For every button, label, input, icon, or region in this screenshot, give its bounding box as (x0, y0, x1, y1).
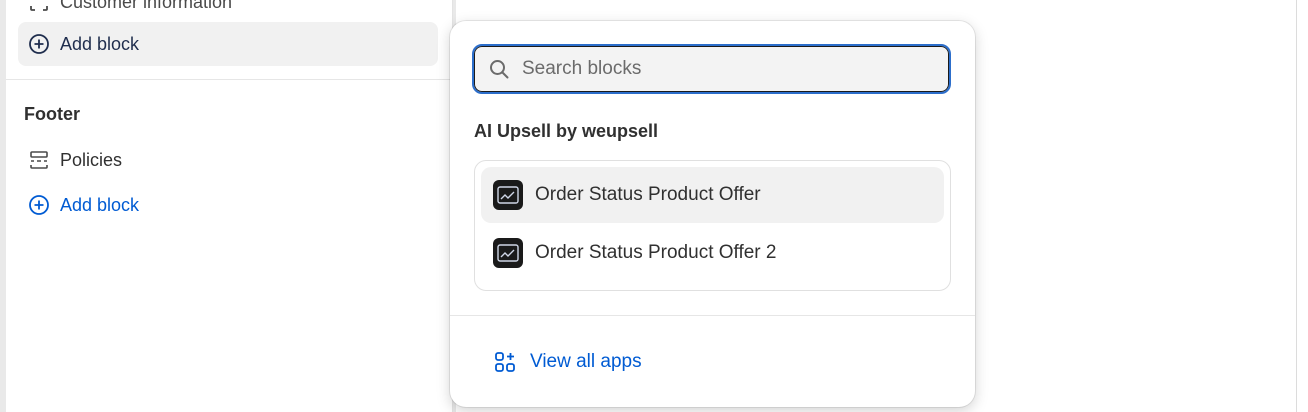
view-all-apps-label: View all apps (530, 351, 642, 372)
app-block-list: Order Status Product Offer Order Status … (474, 160, 951, 291)
window-edge (1296, 0, 1308, 412)
app-chart-icon (493, 180, 523, 210)
popover-divider (450, 315, 975, 316)
block-section-icon (26, 0, 52, 15)
add-block-label: Add block (60, 194, 140, 215)
app-group-title: AI Upsell by weupsell (474, 121, 659, 141)
plus-circle-icon (26, 192, 52, 218)
sidebar-item-label: Customer information (60, 0, 233, 12)
add-block-button-footer[interactable]: Add block (18, 183, 438, 227)
list-item-label: Order Status Product Offer 2 (535, 242, 777, 263)
search-input[interactable] (520, 57, 924, 81)
sidebar-item-policies[interactable]: Policies (18, 138, 438, 182)
apps-grid-icon (494, 351, 516, 373)
view-all-apps-link[interactable]: View all apps (494, 347, 642, 377)
search-icon (488, 58, 510, 80)
sidebar-item-label: Policies (60, 149, 123, 170)
add-block-button[interactable]: Add block (18, 22, 438, 66)
add-block-label: Add block (60, 33, 140, 54)
footer-section-title: Footer (24, 104, 80, 124)
theme-editor-sidebar: Customer information Add block Footer Po… (6, 0, 453, 412)
sidebar-item-customer-information[interactable]: Customer information (18, 0, 438, 24)
section-divider (6, 79, 452, 80)
add-block-popover: AI Upsell by weupsell Order Status Produ… (450, 21, 975, 407)
list-item-order-status-product-offer[interactable]: Order Status Product Offer (481, 167, 944, 223)
app-chart-icon (493, 238, 523, 268)
block-layout-icon (26, 147, 52, 173)
search-field[interactable] (472, 44, 951, 94)
list-item-order-status-product-offer-2[interactable]: Order Status Product Offer 2 (481, 225, 944, 281)
plus-circle-icon (26, 31, 52, 57)
list-item-label: Order Status Product Offer (535, 184, 761, 205)
